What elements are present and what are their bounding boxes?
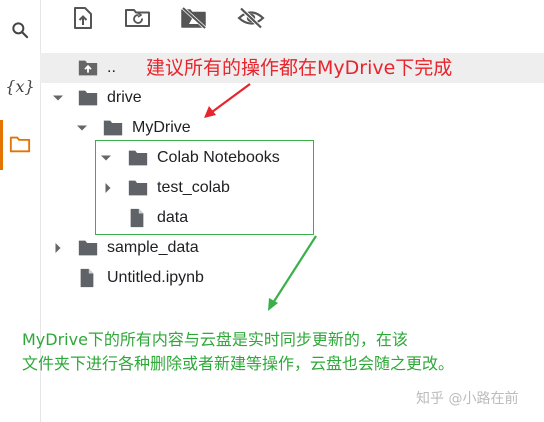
folder-icon — [78, 240, 98, 256]
variables-icon: {x} — [5, 76, 35, 96]
folder-label: drive — [107, 89, 142, 106]
green-highlight-box — [95, 140, 314, 235]
upload-button[interactable] — [67, 2, 99, 34]
chevron-down-icon[interactable] — [51, 91, 65, 105]
hide-files-button[interactable] — [235, 2, 267, 34]
tree-row-drive[interactable]: drive — [40, 83, 544, 113]
chevron-down-icon[interactable] — [75, 121, 89, 135]
folder-icon — [103, 120, 123, 136]
parent-folder-icon — [78, 60, 98, 76]
variables-button[interactable]: {x} — [0, 66, 40, 106]
folder-icon — [9, 136, 31, 153]
search-button[interactable] — [0, 10, 40, 50]
unmount-drive-button[interactable] — [178, 2, 210, 34]
folder-label: sample_data — [107, 239, 199, 256]
green-annotation-line-1: MyDrive下的所有内容与云盘是实时同步更新的，在该 — [22, 330, 408, 349]
parent-dir-label: .. — [107, 59, 116, 76]
watermark: 知乎 @小路在前 — [416, 391, 519, 407]
chevron-right-icon[interactable] — [51, 241, 65, 255]
green-annotation-line-2: 文件夹下进行各种删除或者新建等操作，云盘也会随之更改。 — [22, 354, 455, 373]
tree-row-untitled[interactable]: Untitled.ipynb — [40, 263, 544, 293]
refresh-folder-icon — [125, 9, 150, 27]
folder-label: MyDrive — [132, 119, 191, 136]
refresh-button[interactable] — [122, 2, 154, 34]
unmount-drive-icon — [181, 6, 207, 30]
red-annotation: 建议所有的操作都在MyDrive下完成 — [146, 57, 453, 79]
tree-row-sample-data[interactable]: sample_data — [40, 233, 544, 263]
tree-row-mydrive[interactable]: MyDrive — [40, 113, 544, 143]
file-label: Untitled.ipynb — [107, 269, 204, 286]
folder-icon — [78, 90, 98, 106]
files-button[interactable] — [0, 124, 40, 164]
search-icon — [12, 22, 29, 39]
file-icon — [80, 268, 94, 288]
upload-icon — [74, 7, 92, 29]
hide-files-icon — [237, 7, 265, 29]
